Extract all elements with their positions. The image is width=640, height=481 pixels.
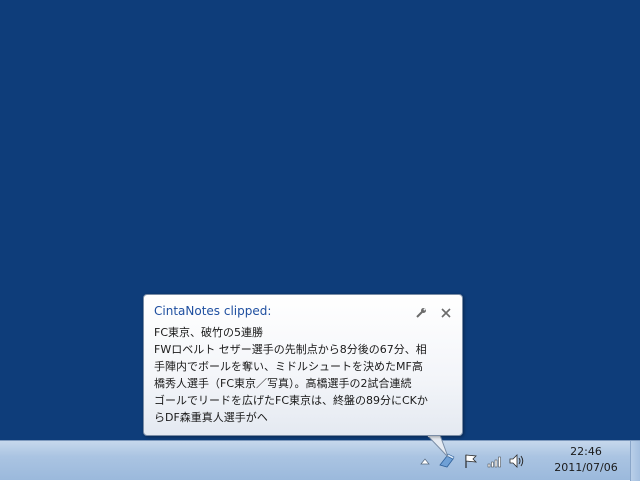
- balloon-tail: [426, 435, 449, 458]
- notification-balloon[interactable]: CintaNotes clipped: FC東京、破竹の5連勝 FWロベルト セ…: [143, 294, 463, 436]
- balloon-title: CintaNotes clipped:: [154, 304, 272, 318]
- wrench-icon[interactable]: [415, 304, 427, 318]
- clock-time: 22:46: [570, 445, 602, 458]
- balloon-line: FWロベルト セザー選手の先制点から8分後の67分、相: [154, 343, 427, 356]
- show-desktop-button[interactable]: [630, 441, 640, 481]
- balloon-line: 手陣内でボールを奪い、ミドルシュートを決めたMF高: [154, 360, 423, 373]
- balloon-controls: [407, 304, 452, 318]
- balloon-body: FC東京、破竹の5連勝 FWロベルト セザー選手の先制点から8分後の67分、相 …: [154, 324, 454, 426]
- taskbar: 22:46 2011/07/06: [0, 440, 640, 481]
- network-icon[interactable]: [486, 453, 504, 469]
- flag-icon[interactable]: [462, 453, 480, 469]
- clock-date: 2011/07/06: [554, 461, 618, 474]
- balloon-line: ゴールでリードを広げたFC東京は、終盤の89分にCKか: [154, 394, 428, 407]
- volume-icon[interactable]: [508, 453, 526, 469]
- close-icon[interactable]: [440, 304, 452, 318]
- balloon-line: らDF森重真人選手がヘ: [154, 411, 268, 424]
- taskbar-clock[interactable]: 22:46 2011/07/06: [546, 444, 626, 476]
- balloon-line: FC東京、破竹の5連勝: [154, 326, 264, 339]
- balloon-line: 橋秀人選手（FC東京／写真）。高橋選手の2試合連続: [154, 377, 412, 390]
